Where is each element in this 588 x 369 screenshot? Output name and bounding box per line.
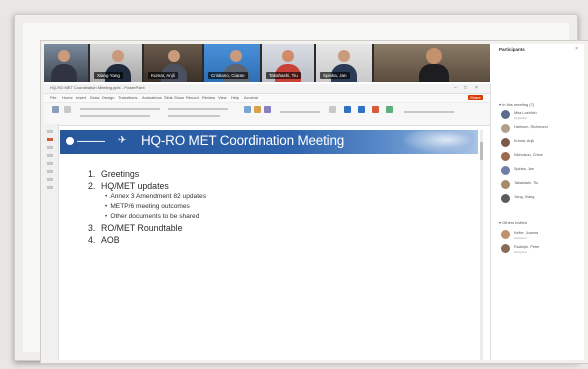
menu-design[interactable]: Design [102,95,114,100]
window-title: HQ-RO MET Coordination Meeting.pptx - Po… [50,85,145,90]
menu-bar: File Home Insert Draw Design Transitions… [44,94,490,103]
close-panel-icon[interactable]: × [575,46,578,52]
participant-name-label: Spinka, Jan [320,72,350,79]
participant-item[interactable]: Takahashi, Tiu [501,180,581,190]
close-icon[interactable]: × [475,85,478,91]
avatar [501,194,510,203]
dictate-icon[interactable] [344,106,351,113]
minimize-icon[interactable]: − [454,85,457,91]
menu-file[interactable]: File [50,95,56,100]
teams-meeting-window: Xiang Yang Kumar, Anjli Cristiano, Ciara… [44,44,584,360]
menu-insert[interactable]: Insert [76,95,86,100]
avatar [501,230,510,239]
ribbon-toolbar [44,103,490,126]
quick-styles-icon[interactable] [264,106,271,113]
avatar [501,166,510,175]
participant-item[interactable]: Yang, Xiang [501,194,581,204]
participant-name-label: Takahashi, Tiu [266,72,301,79]
video-tile[interactable]: Xiang Yang [90,44,142,82]
title-bar: HQ-RO MET Coordination Meeting.pptx - Po… [44,84,490,94]
editing-icon[interactable] [329,106,336,113]
addins-icon[interactable] [386,106,393,113]
menu-draw[interactable]: Draw [90,95,99,100]
menu-animations[interactable]: Animations [142,95,162,100]
avatar [501,244,510,253]
video-tile[interactable] [374,44,490,82]
menu-help[interactable]: Help [231,95,239,100]
participant-name-label: Cristiano, Ciaran [208,72,248,79]
avatar [501,110,510,119]
agenda-item: 4. AOB [88,235,120,245]
panel-title: Participants [499,47,525,52]
vertical-scrollbar[interactable] [480,130,483,360]
video-tile[interactable]: Cristiano, Ciaran [204,44,260,82]
slide-canvas[interactable]: ▬▬▬▬▬▬▬▬ ✈ HQ-RO MET Coordination Meetin… [60,130,478,360]
globe-graphic-icon [404,131,474,153]
avatar [501,180,510,189]
menu-record[interactable]: Record [186,95,199,100]
video-gallery-strip: Xiang Yang Kumar, Anjli Cristiano, Ciara… [44,44,490,82]
avatar [501,124,510,133]
paste-icon[interactable] [52,106,59,113]
section-others-invited[interactable]: ▾ Others invited [499,220,527,225]
menu-home[interactable]: Home [62,95,73,100]
adobe-icon[interactable] [372,106,379,113]
participant-name-label: Kumar, Anjli [148,72,178,79]
agenda-list: 1.Greetings 2.HQ/MET updates Annex 3 Ame… [88,168,206,246]
agenda-subitem: METP/6 meeting outcomes [105,202,206,212]
slide-header-banner: ▬▬▬▬▬▬▬▬ ✈ HQ-RO MET Coordination Meetin… [60,130,478,154]
agenda-item: 1. Greetings [88,169,140,179]
arrange-icon[interactable] [254,106,261,113]
powerpoint-window: HQ-RO MET Coordination Meeting.pptx - Po… [44,84,491,360]
new-slide-icon[interactable] [64,106,71,113]
menu-view[interactable]: View [218,95,227,100]
organization-logo-wordmark: ▬▬▬▬▬▬▬▬ [77,139,105,143]
participant-item[interactable]: Spinka, Jan [501,166,581,176]
agenda-sublist: Annex 3 Amendment 82 updates METP/6 meet… [88,192,206,222]
organization-logo-icon [66,137,74,145]
slide-title: HQ-RO MET Coordination Meeting [141,133,345,148]
share-button[interactable]: Share [468,95,483,100]
video-tile[interactable] [44,44,88,82]
menu-review[interactable]: Review [202,95,215,100]
participant-item[interactable]: Nicholson, Chloe [501,152,581,162]
agenda-subitem: Annex 3 Amendment 82 updates [105,192,206,202]
avatar [501,138,510,147]
airplane-icon: ✈ [118,135,127,146]
video-tile[interactable]: Kumar, Anjli [144,44,202,82]
agenda-item: 3. RO/MET Roundtable [88,223,183,233]
participant-item[interactable]: Rudolph, Peter Accepted [501,244,581,254]
agenda-item: 2.HQ/MET updates Annex 3 Amendment 82 up… [88,180,206,222]
participant-item[interactable]: Mira Loeblich Organizer [501,110,581,120]
participant-item[interactable]: Harrison, Richmond [501,124,581,134]
video-tile[interactable]: Spinka, Jan [316,44,372,82]
section-in-meeting[interactable]: ▾ In this meeting (7) [499,102,534,107]
designer-icon[interactable] [358,106,365,113]
participants-panel: Participants × ▾ In this meeting (7) Mir… [491,44,584,360]
avatar [501,152,510,161]
maximize-icon[interactable]: □ [464,85,467,91]
menu-transitions[interactable]: Transitions [118,95,137,100]
video-tile[interactable]: Takahashi, Tiu [262,44,314,82]
agenda-subitem: Other documents to be shared [105,212,206,222]
menu-acrobat[interactable]: Acrobat [244,95,258,100]
participant-name-label: Xiang Yang [94,72,123,79]
shapes-icon[interactable] [244,106,251,113]
menu-slide-show[interactable]: Slide Show [164,95,184,100]
participant-item[interactable]: Kumar, Anjli [501,138,581,148]
participant-item[interactable]: Keller, Joanna Accepted [501,230,581,240]
slide-thumbnail-rail[interactable] [44,124,59,360]
